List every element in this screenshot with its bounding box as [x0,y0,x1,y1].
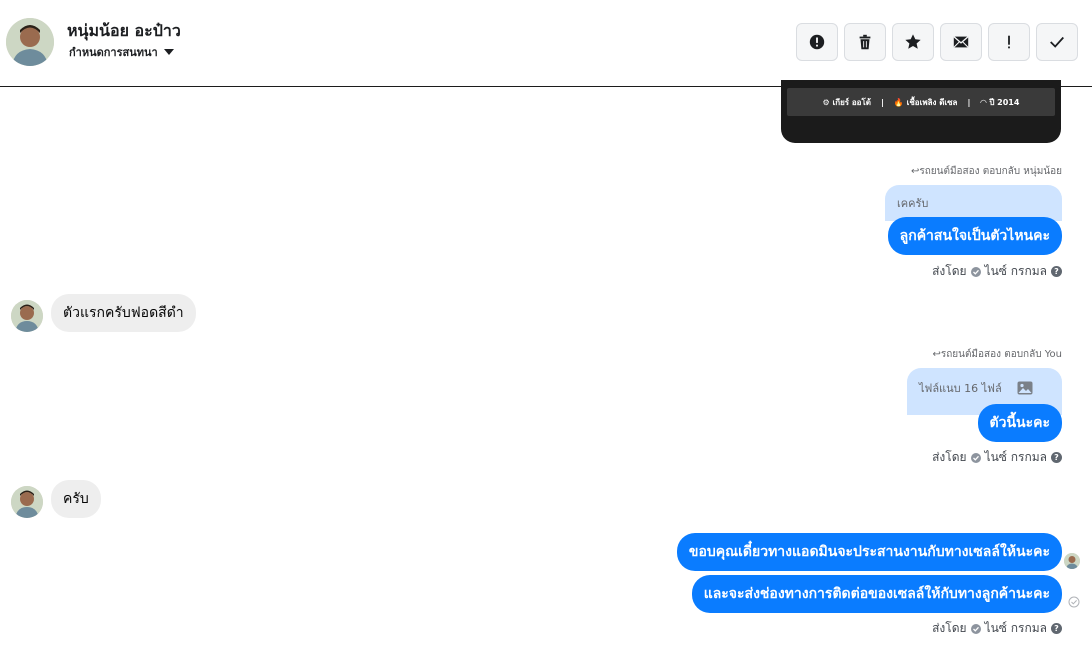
important-button[interactable] [988,23,1030,61]
quoted-message[interactable]: เคครับ [885,185,1062,221]
sent-by-label: ส่งโดย [932,450,967,464]
incoming-message[interactable]: ตัวแรกครับฟอดสีดำ [51,294,196,332]
outgoing-message[interactable]: ลูกค้าสนใจเป็นตัวไหนคะ [887,217,1062,255]
help-icon[interactable]: ? [1051,266,1062,277]
agent-name[interactable]: ไนซ์ กรกมล [985,619,1047,638]
spec-gear: ⚙ เกียร์ ออโต้ [822,97,871,107]
sent-by-row: ส่งโดย ไนซ์ กรกมล ? [932,448,1062,467]
conversation-toolbar [796,23,1078,61]
spec-fuel: 🔥 เชื้อเพลิง ดีเซล [893,97,958,107]
outgoing-message[interactable]: ขอบคุณเดี๋ยวทางแอดมินจะประสานงานกับทางเซ… [676,533,1062,571]
caret-down-icon [163,49,174,55]
sent-by-label: ส่งโดย [932,264,967,278]
done-button[interactable] [1036,23,1078,61]
manage-conversation-dropdown[interactable]: กำหนดการสนทนา [69,43,174,61]
car-spec-strip: ⚙ เกียร์ ออโต้ | 🔥 เชื้อเพลิง ดีเซล | ◠ … [787,88,1055,116]
shared-car-card[interactable]: ⚙ เกียร์ ออโต้ | 🔥 เชื้อเพลิง ดีเซล | ◠ … [781,80,1061,143]
exclamation-icon [1008,35,1010,49]
sent-by-row: ส่งโดย ไนซ์ กรกมล ? [932,619,1062,638]
contact-name: หนุ่มน้อย อะป๋าว [67,21,181,40]
reply-hint: ↩รถยนต์มือสอง ตอบกลับ You [932,349,1062,360]
agent-name[interactable]: ไนซ์ กรกมล [985,262,1047,281]
envelope-icon [953,36,969,48]
image-icon [1017,381,1033,398]
spam-button[interactable] [796,23,838,61]
star-icon [905,34,921,49]
outgoing-message[interactable]: ตัวนี้นะคะ [977,404,1062,442]
incoming-message[interactable]: ครับ [51,480,101,518]
seen-by-avatar [1064,553,1080,569]
conversation-header: หนุ่มน้อย อะป๋าว กำหนดการสนทนา [0,0,1092,87]
mark-unread-button[interactable] [940,23,982,61]
verified-icon [970,623,981,634]
alert-circle-icon [809,34,825,50]
spec-year: ◠ ปี 2014 [980,97,1020,107]
star-button[interactable] [892,23,934,61]
sent-by-row: ส่งโดย ไนซ์ กรกมล ? [932,262,1062,281]
trash-icon [859,34,871,50]
outgoing-message[interactable]: และจะส่งช่องทางการติดต่อของเซลล์ให้กับทา… [691,575,1062,613]
check-icon [1050,36,1064,48]
sent-by-label: ส่งโดย [932,621,967,635]
delivered-check-icon [1068,596,1080,608]
reply-hint: ↩รถยนต์มือสอง ตอบกลับ หนุ่มน้อย [910,166,1062,177]
agent-name[interactable]: ไนซ์ กรกมล [985,448,1047,467]
contact-avatar-small[interactable] [11,486,43,518]
attachment-count: ไฟล์แนบ 16 ไฟล์ [919,382,1002,395]
contact-avatar[interactable] [6,18,54,66]
help-icon[interactable]: ? [1051,452,1062,463]
verified-icon [970,266,981,277]
help-icon[interactable]: ? [1051,623,1062,634]
verified-icon [970,452,981,463]
contact-avatar-small[interactable] [11,300,43,332]
delete-button[interactable] [844,23,886,61]
manage-conversation-label: กำหนดการสนทนา [69,46,158,59]
